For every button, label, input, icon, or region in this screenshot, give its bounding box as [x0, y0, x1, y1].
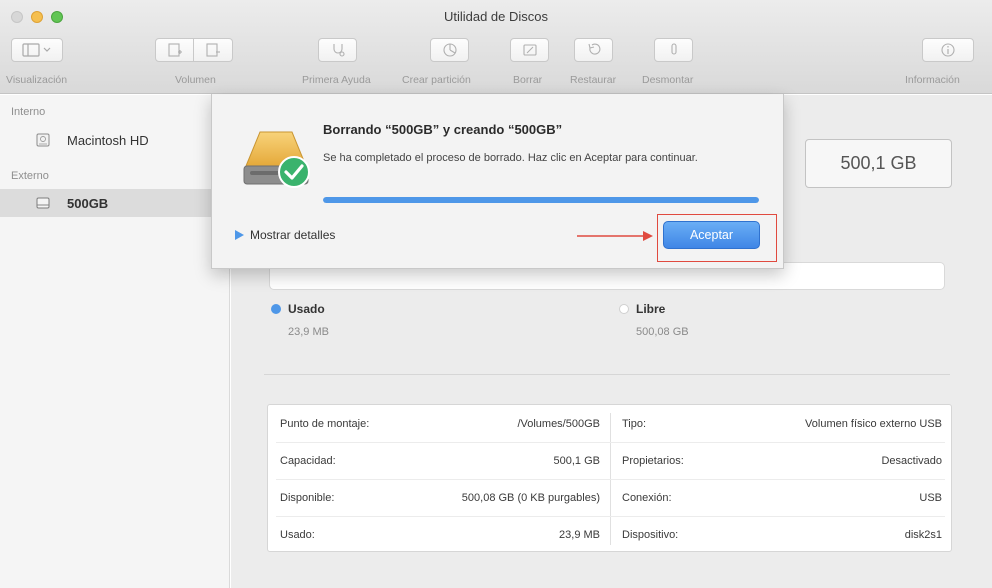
type-value: Volumen físico externo USB: [805, 417, 942, 430]
mount-point-label: Punto de montaje:: [280, 417, 370, 430]
connection-value: USB: [919, 491, 942, 504]
connection-label: Conexión:: [622, 491, 672, 504]
available-label: Disponible:: [280, 491, 335, 504]
view-button[interactable]: [11, 38, 63, 62]
partition-label: Crear partición: [402, 74, 471, 86]
show-details-label: Mostrar detalles: [250, 228, 336, 242]
capacity-value: 500,1 GB: [553, 454, 600, 467]
restore-icon: [587, 43, 600, 55]
capacity-display: 500,1 GB: [805, 139, 952, 188]
view-label: Visualización: [6, 74, 68, 86]
free-legend-label: Libre: [636, 302, 666, 316]
owners-value: Desactivado: [881, 454, 942, 467]
sidebar-view-icon: [22, 43, 51, 57]
sidebar-item-500gb[interactable]: 500GB: [0, 189, 229, 217]
internal-disk-icon: [36, 133, 50, 147]
table-row-connection: Conexión: USB: [622, 479, 942, 516]
remove-volume-icon: [206, 43, 220, 57]
external-drive-check-icon: [243, 131, 310, 188]
arrow-annotation-icon: [577, 231, 653, 241]
device-value: disk2s1: [904, 528, 942, 541]
info-label: Información: [905, 74, 960, 86]
show-details-toggle[interactable]: Mostrar detalles: [234, 228, 335, 242]
owners-label: Propietarios:: [622, 454, 684, 467]
sidebar-item-label: Macintosh HD: [67, 132, 149, 148]
info-button[interactable]: [922, 38, 974, 62]
stethoscope-icon: [332, 44, 345, 57]
eject-icon: [670, 43, 677, 55]
erase-progress-bar: [323, 197, 759, 203]
disclosure-triangle-icon: [235, 230, 244, 240]
sidebar-section-internal: Interno: [11, 106, 46, 118]
first-aid-label: Primera Ayuda: [302, 74, 371, 86]
erase-button[interactable]: [510, 38, 549, 62]
accept-button[interactable]: Aceptar: [663, 221, 760, 249]
window-title: Utilidad de Discos: [443, 9, 549, 24]
table-row-capacity: Capacidad: 500,1 GB: [280, 442, 600, 479]
partition-button[interactable]: [430, 38, 469, 62]
section-divider: [264, 374, 950, 375]
erase-progress-fill: [323, 197, 759, 203]
toolbar: Utilidad de Discos Visualización Volumen…: [0, 0, 992, 94]
add-volume-icon: [167, 43, 182, 57]
erase-sheet: Borrando “500GB” y creando “500GB” Se ha…: [211, 94, 784, 269]
table-row-owners: Propietarios: Desactivado: [622, 442, 942, 479]
info-icon: [941, 43, 955, 57]
add-volume-button[interactable]: [155, 38, 194, 62]
erase-label: Borrar: [513, 74, 543, 86]
used-legend-value: 23,9 MB: [288, 326, 329, 338]
capacity-label: Capacidad:: [280, 454, 336, 467]
unmount-label: Desmontar: [642, 74, 694, 86]
table-row-used: Usado: 23,9 MB: [280, 516, 600, 553]
table-row-available: Disponible: 500,08 GB (0 KB purgables): [280, 479, 600, 516]
free-legend-value: 500,08 GB: [636, 326, 689, 338]
used-legend-label: Usado: [288, 302, 325, 316]
volume-label: Volumen: [175, 74, 216, 86]
sidebar-item-macintosh-hd[interactable]: Macintosh HD: [0, 126, 229, 154]
sidebar-item-label: 500GB: [67, 195, 109, 211]
partition-pie-icon: [442, 43, 457, 57]
sidebar: Interno Macintosh HD Externo 500GB: [0, 95, 230, 588]
external-disk-icon: [36, 197, 50, 209]
erase-icon: [522, 44, 537, 56]
type-label: Tipo:: [622, 417, 647, 430]
unmount-button[interactable]: [654, 38, 693, 62]
free-legend-dot: [619, 304, 629, 314]
used-label: Usado:: [280, 528, 315, 541]
table-row-mount-point: Punto de montaje: /Volumes/500GB: [280, 405, 600, 442]
info-table: Punto de montaje: /Volumes/500GB Capacid…: [267, 404, 952, 552]
dialog-title: Borrando “500GB” y creando “500GB”: [323, 122, 563, 137]
table-row-device: Dispositivo: disk2s1: [622, 516, 942, 553]
first-aid-button[interactable]: [318, 38, 357, 62]
used-value: 23,9 MB: [559, 528, 600, 541]
device-label: Dispositivo:: [622, 528, 679, 541]
used-legend-dot: [271, 304, 281, 314]
remove-volume-button[interactable]: [194, 38, 233, 62]
dialog-message: Se ha completado el proceso de borrado. …: [323, 152, 698, 164]
table-row-type: Tipo: Volumen físico externo USB: [622, 405, 942, 442]
available-value: 500,08 GB (0 KB purgables): [461, 491, 600, 504]
restore-button[interactable]: [574, 38, 613, 62]
sidebar-section-external: Externo: [11, 170, 49, 182]
mount-point-value: /Volumes/500GB: [517, 417, 600, 430]
restore-label: Restaurar: [570, 74, 617, 86]
